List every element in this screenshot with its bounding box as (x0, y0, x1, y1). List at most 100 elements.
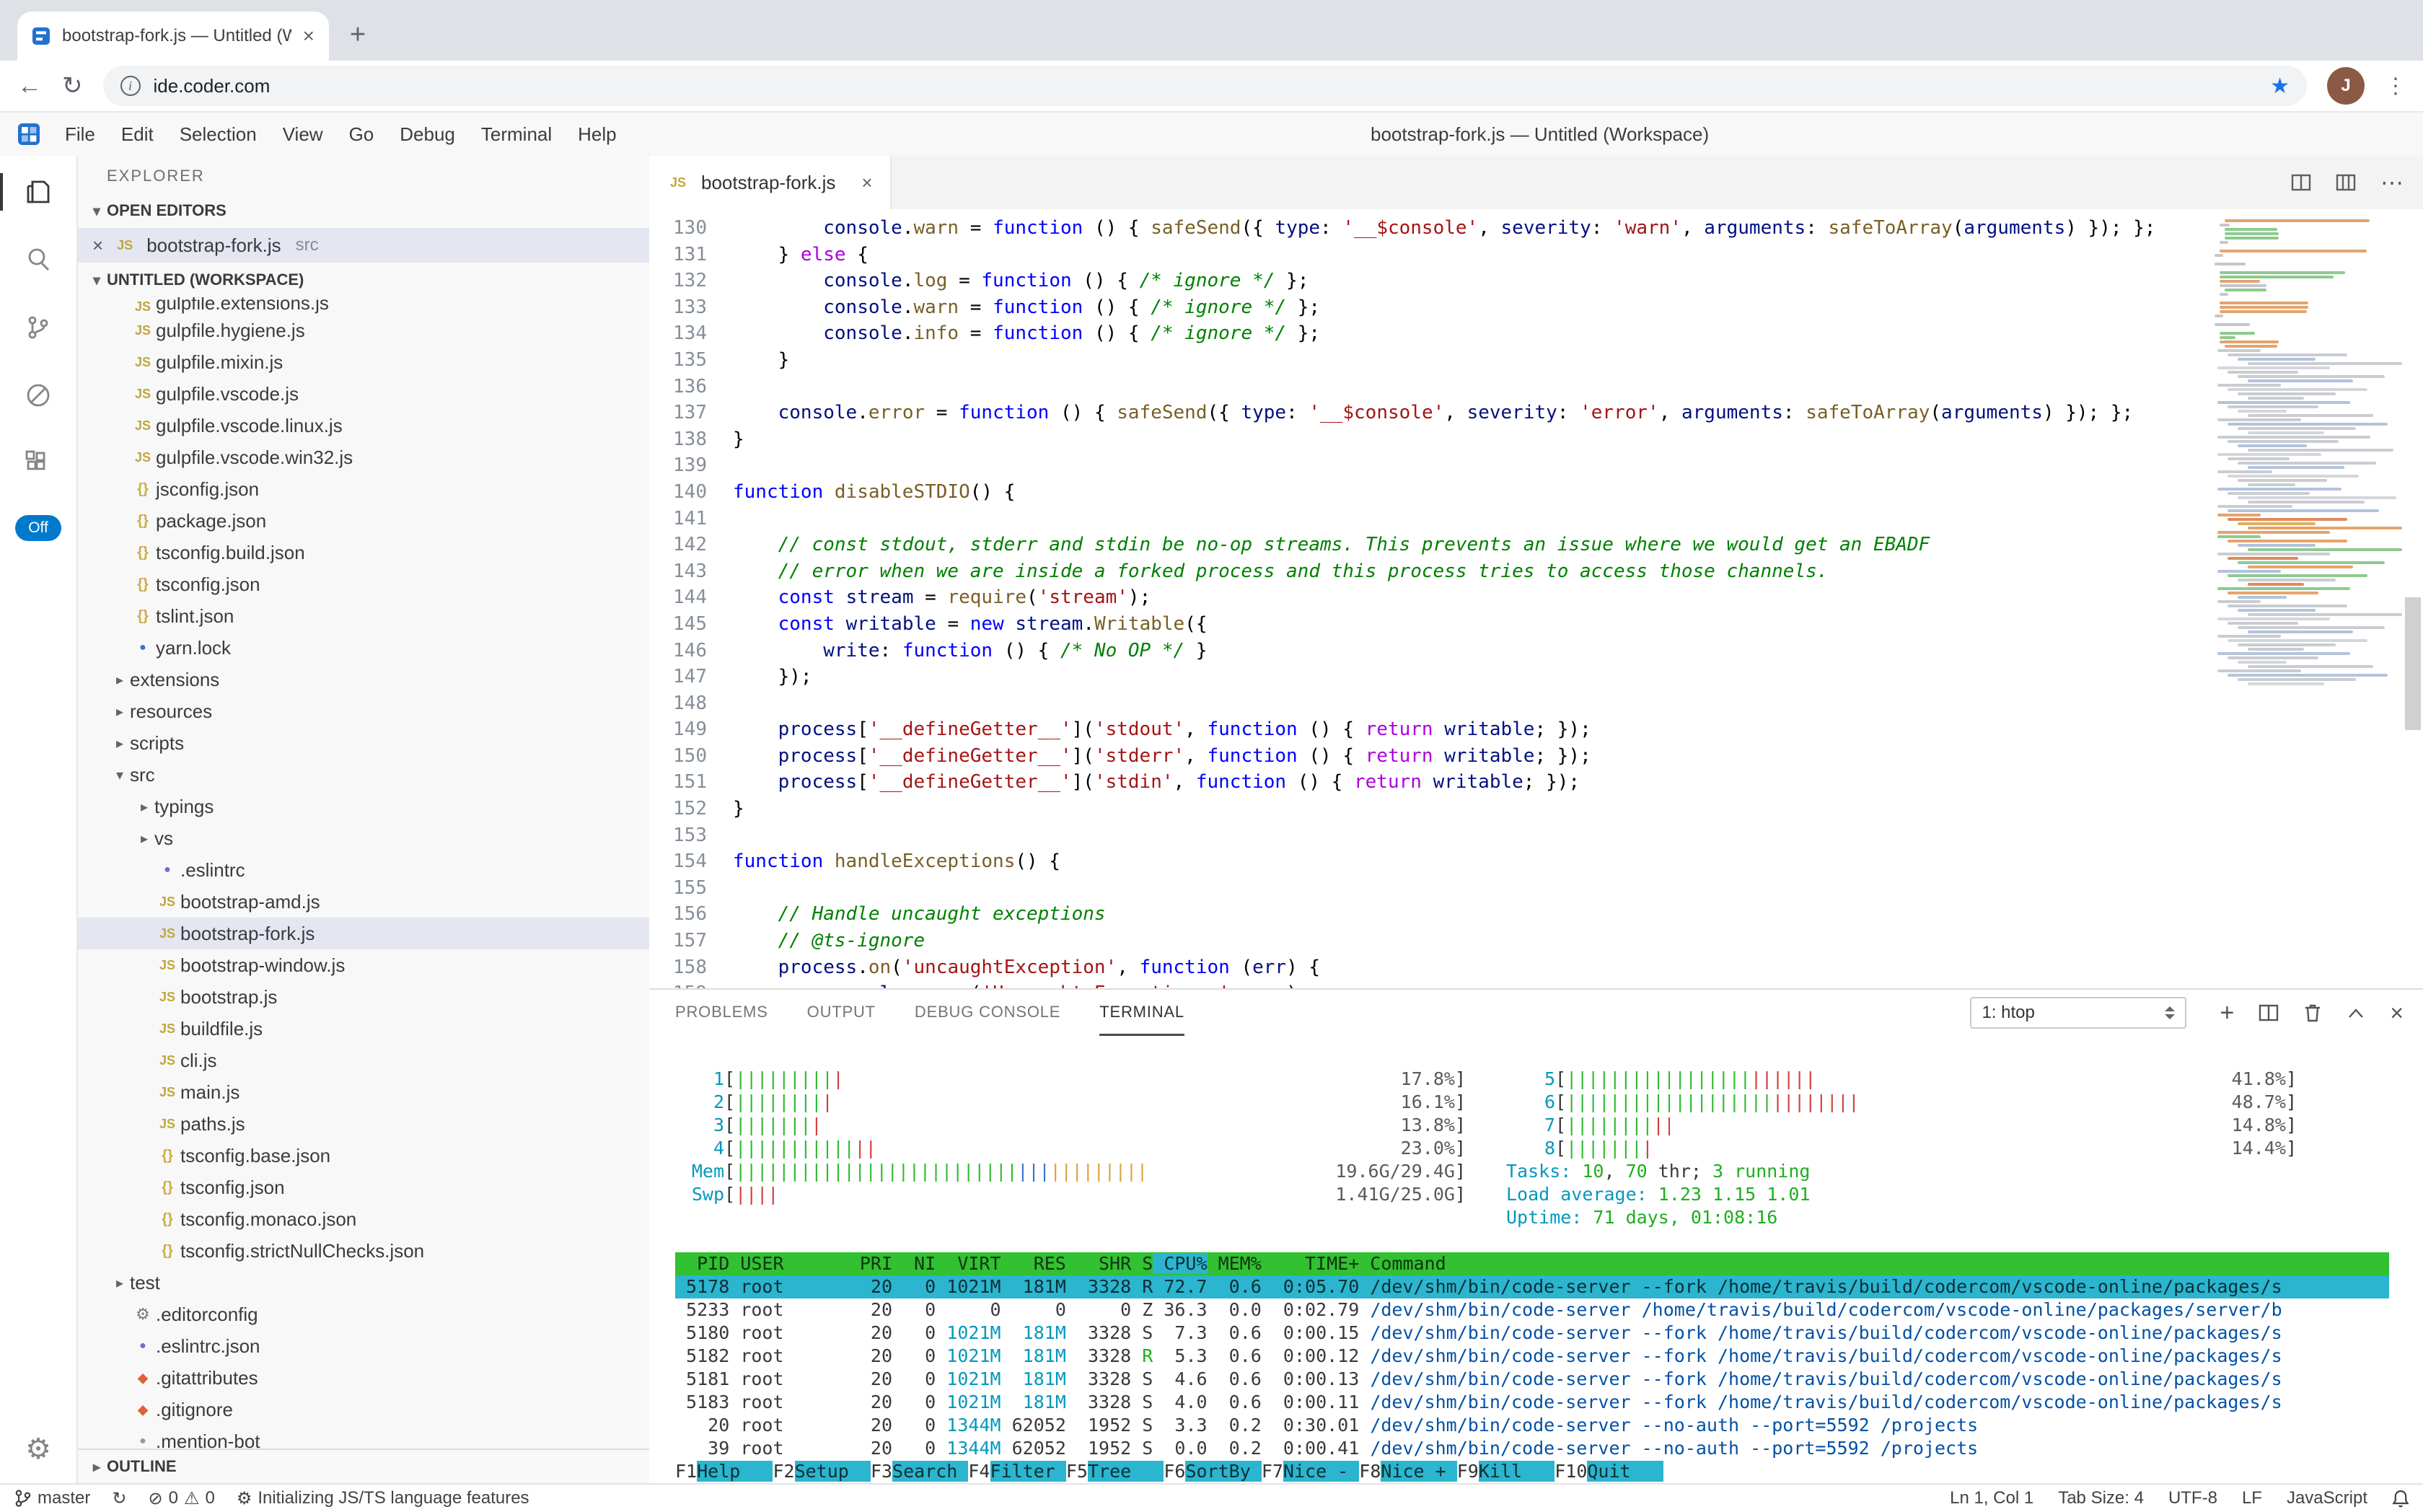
menu-terminal[interactable]: Terminal (468, 123, 565, 146)
tree-item-extensions[interactable]: ▸extensions (78, 664, 649, 695)
tree-item-.editorconfig[interactable]: ⚙.editorconfig (78, 1298, 649, 1330)
tree-item-gulpfile.mixin.js[interactable]: JSgulpfile.mixin.js (78, 346, 649, 378)
problems-indicator[interactable]: ⊘ 0 ⚠ 0 (148, 1488, 214, 1509)
tab-close-icon[interactable]: × (861, 172, 872, 194)
process-row-20[interactable]: 20 root 20 0 1344M 62052 1952 S 3.3 0.2 … (675, 1414, 2389, 1437)
encoding[interactable]: UTF-8 (2168, 1488, 2217, 1508)
explorer-icon[interactable] (0, 176, 76, 208)
tree-item-scripts[interactable]: ▸scripts (78, 727, 649, 759)
open-editors-header[interactable]: ▾ OPEN EDITORS (78, 193, 649, 228)
editor-scrollbar[interactable] (2402, 215, 2423, 988)
editor-tab[interactable]: JS bootstrap-fork.js × (649, 156, 892, 209)
tree-item-tsconfig.base.json[interactable]: {}tsconfig.base.json (78, 1140, 649, 1172)
menu-help[interactable]: Help (565, 123, 629, 146)
tree-item-gulpfile.vscode.js[interactable]: JSgulpfile.vscode.js (78, 378, 649, 410)
menu-go[interactable]: Go (336, 123, 387, 146)
eol[interactable]: LF (2242, 1488, 2262, 1508)
avatar[interactable]: J (2327, 67, 2365, 105)
terminal-select[interactable]: 1: htop (1970, 997, 2186, 1029)
tree-item-resources[interactable]: ▸resources (78, 695, 649, 727)
tree-item-buildfile.js[interactable]: JSbuildfile.js (78, 1013, 649, 1045)
tree-item-package.json[interactable]: {}package.json (78, 505, 649, 537)
process-row-39[interactable]: 39 root 20 0 1344M 62052 1952 S 0.0 0.2 … (675, 1437, 2389, 1460)
address-bar[interactable]: i ide.coder.com ★ (103, 66, 2308, 106)
process-row-5181[interactable]: 5181 root 20 0 1021M 181M 3328 S 4.6 0.6… (675, 1368, 2389, 1391)
split-terminal-icon[interactable] (2259, 1003, 2279, 1023)
tree-item-vs[interactable]: ▸vs (78, 822, 649, 854)
back-icon[interactable]: ← (17, 74, 42, 98)
tree-item-paths.js[interactable]: JSpaths.js (78, 1108, 649, 1140)
source-control-icon[interactable] (0, 312, 76, 343)
tree-item-bootstrap.js[interactable]: JSbootstrap.js (78, 981, 649, 1013)
menu-selection[interactable]: Selection (167, 123, 270, 146)
settings-gear-icon[interactable]: ⚙ (25, 1433, 51, 1466)
search-icon[interactable] (0, 244, 76, 276)
tree-item-.eslintrc[interactable]: ●.eslintrc (78, 854, 649, 886)
outline-section[interactable]: ▸ OUTLINE (78, 1449, 649, 1483)
terminal[interactable]: 1[||||||||||17.8%]5[||||||||||||||||||||… (649, 1036, 2423, 1483)
extensions-icon[interactable] (0, 447, 76, 479)
menu-view[interactable]: View (270, 123, 336, 146)
menu-file[interactable]: File (52, 123, 108, 146)
tree-item-tsconfig.json[interactable]: {}tsconfig.json (78, 1172, 649, 1203)
tree-item-bootstrap-window.js[interactable]: JSbootstrap-window.js (78, 949, 649, 981)
tab-close-icon[interactable]: × (303, 25, 315, 48)
off-badge[interactable]: Off (15, 515, 61, 541)
tree-item-.gitattributes[interactable]: ◆.gitattributes (78, 1362, 649, 1394)
process-row-5178[interactable]: 5178 root 20 0 1021M 181M 3328 R 72.7 0.… (675, 1275, 2389, 1298)
scrollbar-thumb[interactable] (2405, 597, 2421, 730)
tree-item-bootstrap-fork.js[interactable]: JSbootstrap-fork.js (78, 918, 649, 949)
tree-item-tsconfig.build.json[interactable]: {}tsconfig.build.json (78, 537, 649, 568)
tree-item-gulpfile.vscode.linux.js[interactable]: JSgulpfile.vscode.linux.js (78, 410, 649, 441)
close-panel-icon[interactable]: × (2390, 1000, 2404, 1027)
tree-item-cli.js[interactable]: JScli.js (78, 1045, 649, 1076)
minimap[interactable] (2215, 215, 2402, 988)
more-actions-icon[interactable]: ⋯ (2380, 169, 2404, 196)
tree-item-main.js[interactable]: JSmain.js (78, 1076, 649, 1108)
maximize-panel-chevron-icon[interactable] (2347, 1006, 2365, 1019)
htop-function-keys[interactable]: F1Help F2Setup F3Search F4Filter F5Tree … (675, 1460, 2389, 1483)
process-row-5182[interactable]: 5182 root 20 0 1021M 181M 3328 R 5.3 0.6… (675, 1345, 2389, 1368)
close-icon[interactable]: × (92, 234, 103, 257)
tab-terminal[interactable]: TERMINAL (1099, 990, 1184, 1036)
new-tab-button[interactable]: + (338, 14, 378, 55)
workspace-header[interactable]: ▾ UNTITLED (WORKSPACE) (78, 263, 649, 297)
tree-item-tsconfig.strictNullChecks.json[interactable]: {}tsconfig.strictNullChecks.json (78, 1235, 649, 1267)
menu-edit[interactable]: Edit (108, 123, 167, 146)
new-terminal-icon[interactable]: + (2220, 1001, 2234, 1025)
tree-item-tsconfig.monaco.json[interactable]: {}tsconfig.monaco.json (78, 1203, 649, 1235)
open-editor-item[interactable]: × JS bootstrap-fork.js src (78, 228, 649, 263)
git-branch-indicator[interactable]: master (14, 1488, 90, 1508)
cursor-position[interactable]: Ln 1, Col 1 (1950, 1488, 2033, 1508)
tab-output[interactable]: OUTPUT (807, 990, 876, 1036)
tree-item-yarn.lock[interactable]: ●yarn.lock (78, 632, 649, 664)
tree-item-bootstrap-amd.js[interactable]: JSbootstrap-amd.js (78, 886, 649, 918)
menu-debug[interactable]: Debug (387, 123, 468, 146)
notifications-bell-icon[interactable] (2392, 1489, 2409, 1508)
tree-item-gulpfile.hygiene.js[interactable]: JSgulpfile.hygiene.js (78, 315, 649, 346)
tab-size[interactable]: Tab Size: 4 (2058, 1488, 2144, 1508)
kill-terminal-trash-icon[interactable] (2303, 1003, 2322, 1023)
process-row-5233[interactable]: 5233 root 20 0 0 0 0 Z 36.3 0.0 0:02.79 … (675, 1298, 2389, 1322)
tree-item-jsconfig.json[interactable]: {}jsconfig.json (78, 473, 649, 505)
tree-item-test[interactable]: ▸test (78, 1267, 649, 1298)
reload-icon[interactable]: ↻ (62, 74, 83, 98)
tree-item-gulpfile.vscode.win32.js[interactable]: JSgulpfile.vscode.win32.js (78, 441, 649, 473)
tree-item-.eslintrc.json[interactable]: ●.eslintrc.json (78, 1330, 649, 1362)
tree-item-src[interactable]: ▾src (78, 759, 649, 791)
split-editor-icon[interactable] (2336, 172, 2356, 193)
sync-indicator[interactable]: ↻ (112, 1488, 126, 1509)
tree-item-gulpfile.extensions.js[interactable]: JSgulpfile.extensions.js (78, 297, 649, 315)
browser-menu-icon[interactable]: ⋮ (2385, 74, 2406, 99)
site-info-icon[interactable]: i (120, 76, 141, 96)
process-row-5180[interactable]: 5180 root 20 0 1021M 181M 3328 S 7.3 0.6… (675, 1322, 2389, 1345)
tree-item-typings[interactable]: ▸typings (78, 791, 649, 822)
tab-debug-console[interactable]: DEBUG CONSOLE (915, 990, 1060, 1036)
tree-item-tsconfig.json[interactable]: {}tsconfig.json (78, 568, 649, 600)
tree-item-tslint.json[interactable]: {}tslint.json (78, 600, 649, 632)
tree-item-.gitignore[interactable]: ◆.gitignore (78, 1394, 649, 1425)
tab-problems[interactable]: PROBLEMS (675, 990, 768, 1036)
code-editor[interactable]: 1301311321331341351361371381391401411421… (649, 209, 2423, 988)
language-mode[interactable]: JavaScript (2287, 1488, 2367, 1508)
browser-tab[interactable]: bootstrap-fork.js — Untitled (W × (17, 12, 329, 61)
